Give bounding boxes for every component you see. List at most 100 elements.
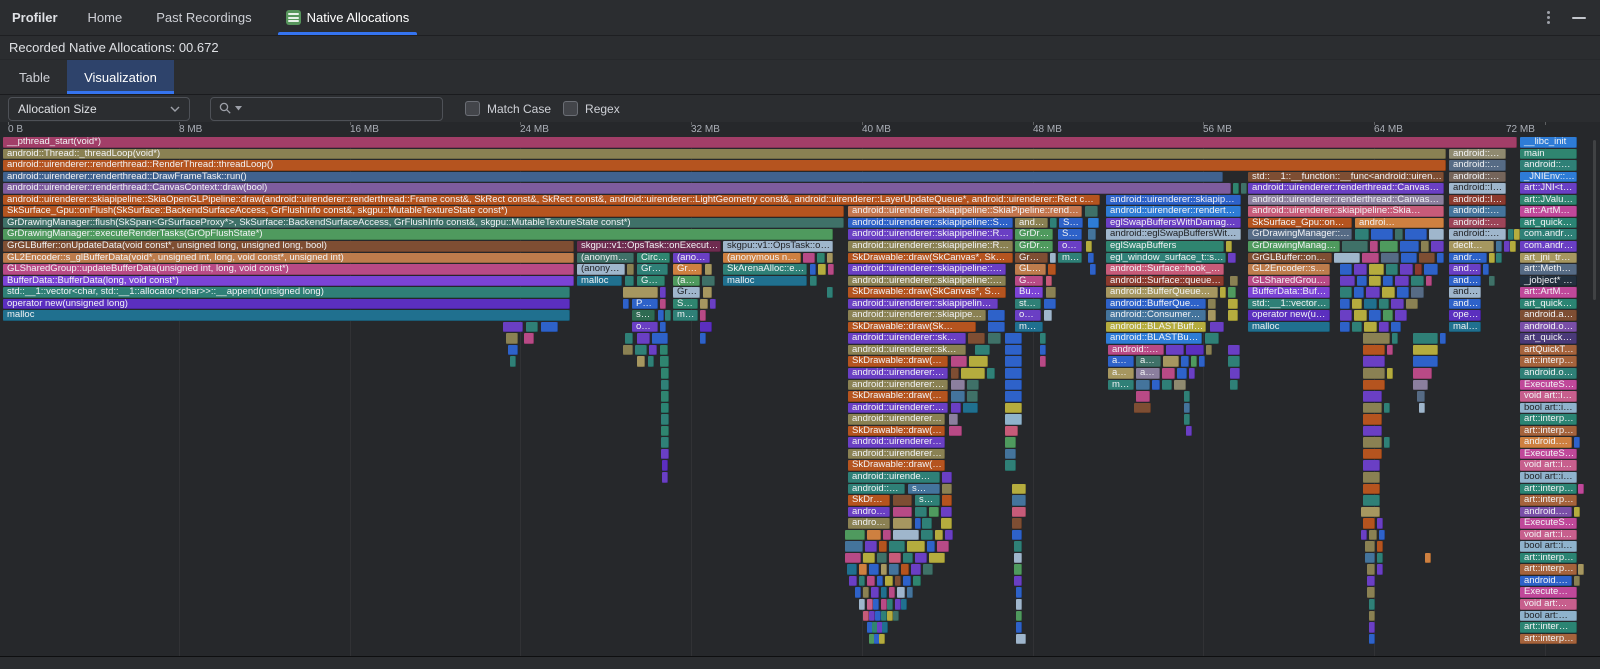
flame-frame[interactable] xyxy=(1379,299,1389,310)
flame-frame[interactable]: m… xyxy=(673,310,698,321)
flame-frame[interactable]: android::uirenderer::skiapipelin… xyxy=(848,310,986,321)
flame-frame[interactable] xyxy=(1163,356,1179,367)
flame-frame[interactable] xyxy=(1355,229,1369,240)
flame-frame[interactable] xyxy=(923,564,933,575)
flame-frame[interactable]: s… xyxy=(908,484,940,495)
flame-frame[interactable] xyxy=(1340,276,1355,287)
flame-frame[interactable] xyxy=(1014,541,1022,552)
flame-frame[interactable] xyxy=(1228,253,1236,264)
flame-frame[interactable] xyxy=(865,541,877,552)
flame-frame[interactable]: (anonymous names… xyxy=(723,253,801,264)
flame-frame[interactable] xyxy=(1369,310,1381,321)
flame-frame[interactable] xyxy=(1241,183,1247,194)
flame-frame[interactable]: android::eglSwapBuffersWit… xyxy=(1106,229,1241,240)
flame-frame[interactable] xyxy=(658,310,664,321)
flame-frame[interactable] xyxy=(700,333,706,344)
flame-frame[interactable] xyxy=(1206,345,1212,356)
flame-frame[interactable]: art::interp… xyxy=(1520,495,1577,506)
flame-frame[interactable] xyxy=(660,345,668,356)
flame-frame[interactable]: SkDrawable::draw(SkCanvas*, SkM… xyxy=(848,253,1013,264)
flame-frame[interactable] xyxy=(889,564,899,575)
flame-frame[interactable] xyxy=(1363,345,1385,356)
flame-frame[interactable] xyxy=(1574,437,1580,448)
flame-frame[interactable]: android::uirenderer::sk… xyxy=(848,345,966,356)
flame-frame[interactable] xyxy=(1383,310,1393,321)
flame-frame[interactable]: an… xyxy=(1108,368,1134,379)
flame-frame[interactable]: ExecuteS… xyxy=(1520,449,1577,460)
flame-frame[interactable] xyxy=(661,449,669,460)
flame-frame[interactable] xyxy=(1395,310,1407,321)
flame-frame[interactable] xyxy=(961,368,985,379)
flame-frame[interactable]: art::inter… xyxy=(1520,622,1577,633)
flame-frame[interactable]: art::interp… xyxy=(1520,484,1577,495)
flame-frame[interactable] xyxy=(1012,495,1026,506)
flame-frame[interactable] xyxy=(665,310,671,321)
flame-frame[interactable] xyxy=(508,345,518,356)
flame-frame[interactable] xyxy=(967,391,978,402)
flame-frame[interactable] xyxy=(700,310,706,321)
flame-frame[interactable] xyxy=(1369,599,1375,610)
flame-frame[interactable] xyxy=(942,484,952,495)
flame-frame[interactable] xyxy=(1426,276,1432,287)
search-field[interactable] xyxy=(210,97,443,121)
flame-frame[interactable] xyxy=(1230,380,1238,391)
flame-frame[interactable] xyxy=(885,576,893,587)
flame-frame[interactable] xyxy=(1040,356,1046,367)
flame-frame[interactable] xyxy=(1384,403,1390,414)
flame-frame[interactable]: androi… xyxy=(1355,218,1444,229)
flame-frame[interactable] xyxy=(1363,356,1385,367)
flame-frame[interactable] xyxy=(1363,333,1390,344)
flame-frame[interactable] xyxy=(1210,322,1224,333)
flame-frame[interactable] xyxy=(1005,333,1022,344)
flame-frame[interactable] xyxy=(968,333,985,344)
flame-frame[interactable] xyxy=(1387,368,1393,379)
flame-frame[interactable]: GrDrawingManager::exec… xyxy=(1248,241,1340,252)
flame-frame[interactable]: Gr… xyxy=(673,287,700,298)
flame-frame[interactable] xyxy=(1361,530,1367,541)
flame-frame[interactable] xyxy=(863,553,875,564)
flame-frame[interactable] xyxy=(1208,299,1216,310)
flame-frame[interactable] xyxy=(810,276,817,287)
flame-frame[interactable] xyxy=(661,437,669,448)
flame-frame[interactable]: android::uirenderer::skiapipeline::R… xyxy=(848,299,998,310)
flame-frame[interactable]: declt… xyxy=(1449,241,1494,252)
flame-frame[interactable]: android::uirenderer::skiapipeline::SkiaO… xyxy=(3,195,1100,206)
flame-frame[interactable] xyxy=(1005,356,1022,367)
flame-frame[interactable] xyxy=(1340,310,1352,321)
flame-frame[interactable] xyxy=(625,333,633,344)
flame-frame[interactable]: android::uirenderer::rendert… xyxy=(1106,206,1241,217)
flame-frame[interactable] xyxy=(506,333,518,344)
flame-frame[interactable] xyxy=(705,264,712,275)
flame-frame[interactable] xyxy=(1379,322,1389,333)
flame-frame[interactable] xyxy=(1371,229,1393,240)
flame-frame[interactable]: android::Po… xyxy=(1449,172,1506,183)
flame-frame[interactable] xyxy=(700,299,708,310)
flame-frame[interactable] xyxy=(1363,437,1382,448)
regex-checkbox[interactable]: Regex xyxy=(563,101,620,116)
flame-frame[interactable] xyxy=(1413,333,1438,344)
flame-frame[interactable]: art::interpr… xyxy=(1520,414,1577,425)
flame-frame[interactable] xyxy=(1016,611,1022,622)
flame-frame[interactable] xyxy=(1205,333,1219,344)
flame-frame[interactable]: _jobject* ar… xyxy=(1520,276,1577,287)
flame-frame[interactable] xyxy=(1352,322,1362,333)
flame-frame[interactable]: oper… xyxy=(1449,310,1481,321)
flame-frame[interactable]: ExecuteSwi… xyxy=(1520,380,1577,391)
flame-frame[interactable]: android::… xyxy=(1449,229,1506,240)
flame-frame[interactable] xyxy=(637,356,645,367)
flame-frame[interactable]: bool art::i… xyxy=(1520,472,1577,483)
scrollbar[interactable] xyxy=(1593,140,1596,300)
tab-visualization[interactable]: Visualization xyxy=(67,60,174,94)
flame-frame[interactable] xyxy=(1413,356,1438,367)
flame-frame[interactable] xyxy=(1367,587,1375,598)
flame-frame[interactable] xyxy=(1050,218,1057,229)
flame-frame[interactable] xyxy=(1340,264,1352,275)
flame-frame[interactable] xyxy=(913,576,921,587)
flame-frame[interactable] xyxy=(1367,564,1375,575)
flame-frame[interactable]: s… xyxy=(632,310,655,321)
flame-frame[interactable]: art::JNI<tru… xyxy=(1520,183,1577,194)
flame-frame[interactable]: malloc xyxy=(3,310,570,321)
flame-frame[interactable] xyxy=(1136,391,1150,402)
flame-frame[interactable]: art::interp… xyxy=(1520,634,1577,645)
flame-frame[interactable] xyxy=(524,333,534,344)
